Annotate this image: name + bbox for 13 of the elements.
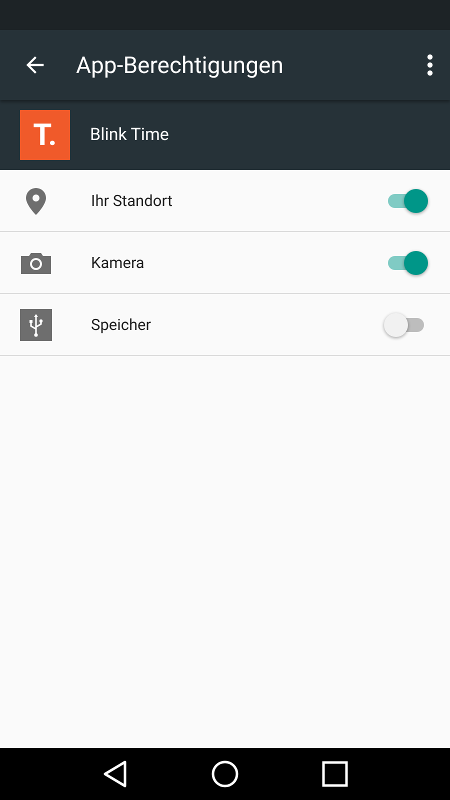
toolbar-title: App-Berechtigungen	[76, 52, 284, 78]
permission-row[interactable]: Kamera	[0, 232, 450, 294]
app-icon: T.	[20, 110, 70, 160]
permission-row[interactable]: Speicher	[0, 294, 450, 356]
permission-row[interactable]: Ihr Standort	[0, 170, 450, 232]
back-triangle-icon[interactable]	[102, 760, 128, 788]
app-name: Blink Time	[90, 125, 169, 145]
permission-label: Ihr Standort	[91, 192, 174, 210]
usb-icon	[20, 308, 52, 340]
home-circle-icon[interactable]	[210, 760, 239, 788]
recents-square-icon[interactable]	[322, 761, 348, 787]
permission-label: Kamera	[91, 254, 146, 272]
permission-label: Speicher	[91, 316, 152, 334]
